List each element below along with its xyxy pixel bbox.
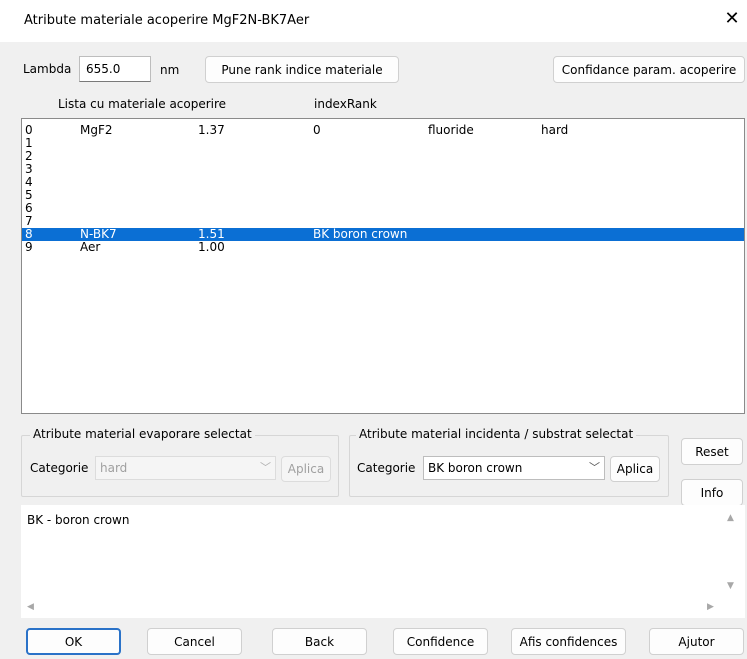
row-index-value: 1.37 xyxy=(198,123,225,137)
list-item[interactable]: 8 N-BK7 1.51 BK boron crown xyxy=(22,228,744,241)
row-name: MgF2 xyxy=(80,123,113,137)
cancel-button[interactable]: Cancel xyxy=(147,628,242,655)
list-header-rank: indexRank xyxy=(314,97,377,111)
ajutor-button[interactable]: Ajutor xyxy=(649,628,744,655)
row-index-value: 1.00 xyxy=(198,240,225,254)
chevron-down-icon: ﹀ xyxy=(589,461,600,474)
list-item[interactable]: 4 xyxy=(22,176,744,189)
back-button[interactable]: Back xyxy=(272,628,367,655)
chevron-down-icon: ﹀ xyxy=(260,461,271,474)
incid-category-select[interactable]: BK boron crown ﹀ xyxy=(423,456,605,480)
row-type: fluoride xyxy=(428,123,474,137)
info-button[interactable]: Info xyxy=(681,479,743,506)
scroll-left-icon[interactable]: ◀ xyxy=(27,602,34,612)
incid-category-label: Categorie xyxy=(357,461,416,475)
materials-list[interactable]: 0 MgF2 1.37 0 fluoride hard 1 2 3 4 5 6 7 8 N-BK7 1.51 B… xyxy=(21,118,745,414)
description-text: BK - boron crown xyxy=(27,513,130,527)
row-index: 9 xyxy=(25,240,33,254)
evap-group-title: Atribute material evaporare selectat xyxy=(30,427,255,441)
lambda-input[interactable]: 655.0 xyxy=(79,56,151,82)
close-icon[interactable]: ✕ xyxy=(724,9,740,29)
row-hardness: hard xyxy=(541,123,569,137)
scroll-right-icon[interactable]: ▶ xyxy=(707,602,714,612)
scroll-up-icon[interactable]: ▲ xyxy=(727,513,734,523)
list-header-materials: Lista cu materiale acoperire xyxy=(58,97,227,111)
evap-category-label: Categorie xyxy=(30,461,89,475)
evap-category-select[interactable]: hard ﹀ xyxy=(95,456,276,480)
list-item[interactable]: 2 xyxy=(22,150,744,163)
lambda-label: Lambda xyxy=(23,62,72,76)
confidance-params-button[interactable]: Confidance param. acoperire xyxy=(553,56,745,83)
list-item[interactable]: 5 xyxy=(22,189,744,202)
scroll-down-icon[interactable]: ▼ xyxy=(727,581,734,591)
list-item[interactable]: 1 xyxy=(22,137,744,150)
incid-group-title: Atribute material incidenta / substrat s… xyxy=(356,427,637,441)
confidence-button[interactable]: Confidence xyxy=(393,628,488,655)
row-name: Aer xyxy=(80,240,101,254)
list-item[interactable]: 6 xyxy=(22,202,744,215)
list-item[interactable]: 3 xyxy=(22,163,744,176)
incid-apply-button[interactable]: Aplica xyxy=(610,456,660,482)
list-item[interactable]: 0 MgF2 1.37 0 fluoride hard xyxy=(22,124,744,137)
incid-category-value: BK boron crown xyxy=(428,461,523,475)
lambda-unit: nm xyxy=(160,63,180,77)
evap-apply-button[interactable]: Aplica xyxy=(281,456,331,482)
row-rank: 0 xyxy=(313,123,321,137)
reset-button[interactable]: Reset xyxy=(681,438,743,465)
window-title: Atribute materiale acoperire MgF2N-BK7Ae… xyxy=(24,13,310,28)
afis-confidences-button[interactable]: Afis confidences xyxy=(511,628,626,655)
row-rank: BK boron crown xyxy=(313,227,408,241)
description-textarea[interactable]: BK - boron crown ▲ ▼ ◀ ▶ xyxy=(21,505,745,618)
list-item[interactable]: 9 Aer 1.00 xyxy=(22,241,744,254)
evap-category-value: hard xyxy=(100,461,128,475)
rank-materials-button[interactable]: Pune rank indice materiale xyxy=(205,56,399,83)
ok-button[interactable]: OK xyxy=(26,628,121,655)
